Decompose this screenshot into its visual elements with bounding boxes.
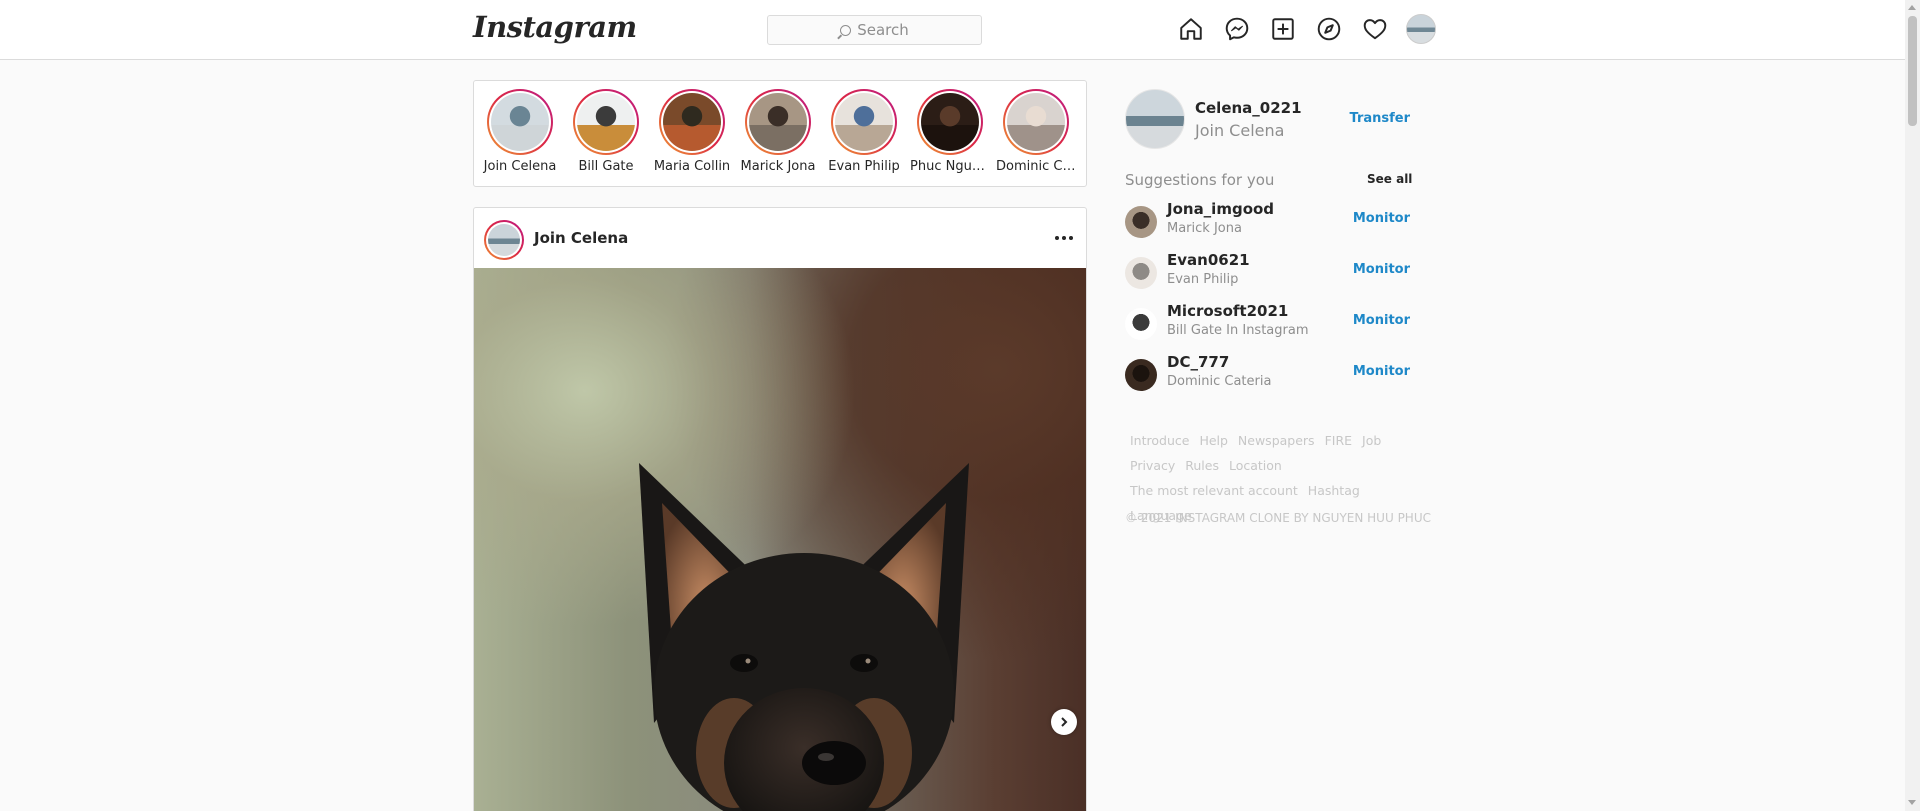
avatar[interactable] <box>1125 257 1157 289</box>
story-name: Evan Philip <box>828 159 900 174</box>
monitor-button[interactable]: Monitor <box>1353 313 1410 328</box>
footer-link[interactable]: Job <box>1362 433 1381 448</box>
suggestion-fullname: Evan Philip <box>1167 272 1239 287</box>
story-name: Phuc Nguyen <box>910 159 990 174</box>
avatar <box>1406 14 1436 44</box>
suggestion-fullname: Bill Gate In Instagram <box>1167 323 1309 338</box>
monitor-button[interactable]: Monitor <box>1353 364 1410 379</box>
profile-avatar-button[interactable] <box>1406 14 1436 44</box>
stories-tray: Join Celena Bill Gate Maria Collin Marick J… <box>473 80 1087 187</box>
post-header: Join Celena <box>474 208 1086 268</box>
story-ring <box>831 89 897 155</box>
search-icon <box>840 24 852 36</box>
story-item[interactable]: Bill Gate <box>566 89 646 174</box>
avatar <box>491 93 549 151</box>
chevron-right-icon[interactable] <box>1051 709 1077 735</box>
search-placeholder: Search <box>857 21 909 39</box>
footer-link[interactable]: Location <box>1229 458 1282 473</box>
avatar[interactable] <box>1125 359 1157 391</box>
footer-link[interactable]: The most relevant account <box>1130 483 1298 498</box>
story-ring <box>573 89 639 155</box>
dog-photo <box>639 463 969 811</box>
story-item[interactable]: Marick Jona <box>738 89 818 174</box>
avatar[interactable] <box>1125 89 1185 149</box>
nav-icons <box>1176 14 1436 44</box>
footer-link[interactable]: FIRE <box>1325 433 1352 448</box>
current-user-fullname: Join Celena <box>1195 121 1285 140</box>
story-name: Marick Jona <box>740 159 816 174</box>
story-item[interactable]: Dominic Cateria <box>996 89 1076 174</box>
top-navbar: Instagram Search <box>0 0 1920 60</box>
monitor-button[interactable]: Monitor <box>1353 262 1410 277</box>
suggestion-username[interactable]: Evan0621 <box>1167 251 1250 269</box>
story-name: Join Celena <box>483 159 557 174</box>
suggestion-username[interactable]: DC_777 <box>1167 353 1229 371</box>
monitor-button[interactable]: Monitor <box>1353 211 1410 226</box>
home-icon[interactable] <box>1176 14 1206 44</box>
avatar <box>1007 93 1065 151</box>
story-ring <box>1003 89 1069 155</box>
avatar[interactable] <box>1125 206 1157 238</box>
feed-post: Join Celena <box>473 207 1087 811</box>
story-name: Dominic Cateria <box>996 159 1076 174</box>
footer-link[interactable]: Rules <box>1185 458 1219 473</box>
story-name: Bill Gate <box>578 159 634 174</box>
suggestion-item: DC_777 Dominic Cateria Monitor <box>1125 353 1410 395</box>
explore-icon[interactable] <box>1314 14 1344 44</box>
new-post-icon[interactable] <box>1268 14 1298 44</box>
avatar <box>921 93 979 151</box>
suggestion-fullname: Marick Jona <box>1167 221 1242 236</box>
avatar <box>663 93 721 151</box>
story-ring <box>745 89 811 155</box>
suggestion-item: Jona_imgood Marick Jona Monitor <box>1125 200 1410 242</box>
scroll-thumb[interactable] <box>1908 16 1917 126</box>
story-item[interactable]: Join Celena <box>480 89 560 174</box>
story-item[interactable]: Phuc Nguyen <box>910 89 990 174</box>
footer-link[interactable]: Introduce <box>1130 433 1189 448</box>
footer-link[interactable]: Newspapers <box>1238 433 1315 448</box>
post-author-name[interactable]: Join Celena <box>534 229 628 247</box>
page-scrollbar[interactable] <box>1905 0 1920 811</box>
story-name: Maria Collin <box>653 159 731 174</box>
footer-link[interactable]: Hashtag <box>1308 483 1360 498</box>
transfer-button[interactable]: Transfer <box>1350 111 1411 126</box>
scroll-up-arrow[interactable] <box>1908 5 1916 10</box>
more-horizontal-icon[interactable] <box>1052 226 1076 250</box>
suggestions-title: Suggestions for you <box>1125 171 1275 189</box>
messenger-icon[interactable] <box>1222 14 1252 44</box>
post-image[interactable] <box>474 268 1086 811</box>
see-all-button[interactable]: See all <box>1367 172 1412 186</box>
instagram-logo[interactable]: Instagram <box>473 10 637 44</box>
suggestion-username[interactable]: Microsoft2021 <box>1167 302 1288 320</box>
story-ring <box>659 89 725 155</box>
search-input[interactable]: Search <box>767 15 982 45</box>
story-ring <box>917 89 983 155</box>
avatar[interactable] <box>1125 308 1157 340</box>
story-item[interactable]: Maria Collin <box>652 89 732 174</box>
suggestion-item: Microsoft2021 Bill Gate In Instagram Monit… <box>1125 302 1410 344</box>
suggestion-fullname: Dominic Cateria <box>1167 374 1272 389</box>
scroll-down-arrow[interactable] <box>1908 800 1916 805</box>
activity-heart-icon[interactable] <box>1360 14 1390 44</box>
current-user-card: Celena_0221 Join Celena Transfer <box>1125 89 1410 151</box>
suggestion-item: Evan0621 Evan Philip Monitor <box>1125 251 1410 293</box>
avatar <box>577 93 635 151</box>
story-item[interactable]: Evan Philip <box>824 89 904 174</box>
current-username[interactable]: Celena_0221 <box>1195 99 1302 117</box>
story-ring <box>487 89 553 155</box>
avatar <box>749 93 807 151</box>
suggestion-username[interactable]: Jona_imgood <box>1167 200 1274 218</box>
avatar <box>835 93 893 151</box>
footer-link[interactable]: Privacy <box>1130 458 1175 473</box>
post-author-avatar[interactable] <box>484 220 524 260</box>
footer-link[interactable]: Help <box>1199 433 1228 448</box>
copyright: © 2021 INSTAGRAM CLONE BY NGUYEN HUU PHU… <box>1125 511 1431 525</box>
